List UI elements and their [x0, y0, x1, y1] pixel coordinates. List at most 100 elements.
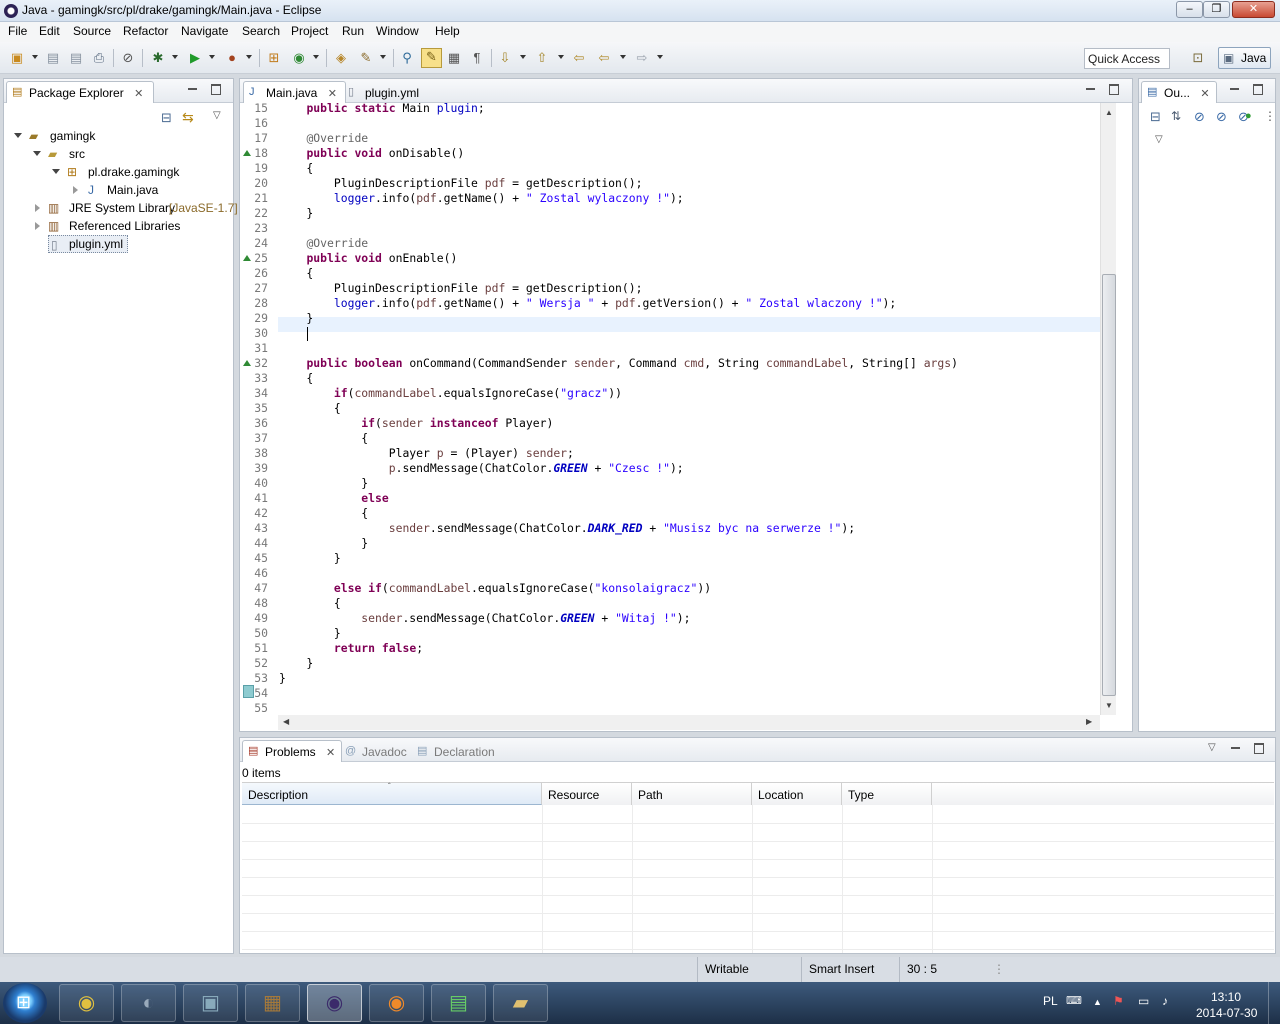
tab-package-explorer[interactable]: ▤ Package Explorer ✕ — [6, 81, 155, 103]
taskbar-explorer[interactable]: ▰ — [493, 984, 548, 1022]
action-center-icon[interactable]: ⚑ — [1113, 994, 1124, 1008]
hide-fields-icon[interactable]: ⊘ — [1194, 109, 1205, 125]
minimize-button[interactable]: – — [1176, 1, 1203, 18]
back-icon[interactable]: ⇦ — [596, 50, 612, 66]
close-tab-icon[interactable]: ✕ — [1200, 88, 1209, 100]
code-line[interactable]: 36 if(sender instanceof Player) — [240, 416, 1100, 431]
previous-annotation-icon[interactable]: ⇧ — [534, 50, 550, 66]
save-all-icon[interactable]: ▤ — [68, 50, 84, 66]
clock-time[interactable]: 13:10 — [1211, 990, 1241, 1004]
code-line[interactable]: 29 } — [240, 311, 1100, 326]
tab-problems[interactable]: ▤ Problems ✕ — [242, 740, 343, 762]
mark-occurrences-icon[interactable]: ✎ — [421, 48, 442, 68]
sort-icon[interactable]: ⇅ — [1171, 109, 1181, 123]
previous-annotation-dropdown-icon[interactable] — [558, 55, 564, 59]
debug-dropdown-icon[interactable] — [172, 55, 178, 59]
menu-file[interactable]: File — [8, 24, 27, 38]
taskbar-app-2[interactable]: ◐ — [121, 984, 176, 1022]
menu-refactor[interactable]: Refactor — [123, 24, 168, 38]
tree-item-plugin-yml[interactable]: ▯ plugin.yml — [48, 235, 128, 253]
column-path[interactable]: Path — [632, 783, 752, 805]
network-icon[interactable]: ▭ — [1138, 994, 1149, 1008]
code-line[interactable]: 31 — [240, 341, 1100, 356]
back-dropdown-icon[interactable] — [620, 55, 626, 59]
hide-static-icon[interactable]: ⊘ — [1216, 109, 1227, 125]
last-edit-icon[interactable]: ⇦ — [571, 50, 587, 66]
minimize-icon[interactable] — [1230, 742, 1242, 754]
code-line[interactable]: 40 } — [240, 476, 1100, 491]
scroll-down-icon[interactable]: ▼ — [1105, 701, 1113, 710]
new-class-dropdown-icon[interactable] — [313, 55, 319, 59]
taskbar-minecraft[interactable]: ▦ — [245, 984, 300, 1022]
code-line[interactable]: 30 — [240, 326, 1100, 341]
taskbar-eclipse[interactable]: ◉ — [307, 984, 362, 1022]
code-line[interactable]: 51 return false; — [240, 641, 1100, 656]
code-line[interactable]: 39 p.sendMessage(ChatColor.GREEN + "Czes… — [240, 461, 1100, 476]
maximize-icon[interactable] — [1108, 83, 1120, 95]
next-annotation-dropdown-icon[interactable] — [520, 55, 526, 59]
new-icon[interactable]: ▣ — [9, 50, 25, 66]
scroll-left-icon[interactable]: ◀ — [283, 717, 289, 726]
view-menu-icon[interactable]: ▽ — [213, 110, 221, 121]
code-line[interactable]: 21 logger.info(pdf.getName() + " Zostal … — [240, 191, 1100, 206]
print-icon[interactable]: ⎙ — [91, 50, 107, 66]
code-line[interactable]: 22 } — [240, 206, 1100, 221]
next-annotation-icon[interactable]: ⚲ — [399, 50, 415, 66]
code-line[interactable]: 24 @Override — [240, 236, 1100, 251]
tab-outline[interactable]: ▤ Ou... ✕ — [1141, 81, 1217, 103]
code-line[interactable]: 15 public static Main plugin; — [240, 103, 1100, 116]
code-line[interactable]: 26 { — [240, 266, 1100, 281]
maximize-icon[interactable] — [1252, 83, 1264, 95]
tab-javadoc[interactable]: @ Javadoc — [340, 741, 413, 761]
code-line[interactable]: 17 @Override — [240, 131, 1100, 146]
run-dropdown-icon[interactable] — [209, 55, 215, 59]
close-tab-icon[interactable]: ✕ — [326, 747, 335, 759]
menu-project[interactable]: Project — [291, 24, 328, 38]
column-type[interactable]: Type — [842, 783, 932, 805]
code-line[interactable]: 50 } — [240, 626, 1100, 641]
maximize-button[interactable]: ❐ — [1203, 1, 1230, 18]
code-line[interactable]: 48 { — [240, 596, 1100, 611]
code-line[interactable]: 23 — [240, 221, 1100, 236]
external-tools-dropdown-icon[interactable] — [246, 55, 252, 59]
show-desktop-button[interactable] — [1268, 982, 1280, 1024]
menu-edit[interactable]: Edit — [39, 24, 60, 38]
code-line[interactable]: 42 { — [240, 506, 1100, 521]
hide-local-types-icon[interactable]: ● — [1245, 110, 1252, 122]
collapse-all-icon[interactable]: ⊟ — [161, 110, 172, 126]
minimize-icon[interactable] — [1085, 83, 1097, 95]
code-line[interactable]: 54 — [240, 686, 1100, 701]
code-line[interactable]: 20 PluginDescriptionFile pdf = getDescri… — [240, 176, 1100, 191]
code-line[interactable]: 32 public boolean onCommand(CommandSende… — [240, 356, 1100, 371]
save-icon[interactable]: ▤ — [45, 50, 61, 66]
view-menu-dropdown-icon[interactable]: ▽ — [1155, 134, 1163, 145]
maximize-icon[interactable] — [210, 83, 222, 95]
forward-icon[interactable]: ⇨ — [634, 50, 650, 66]
new-package-icon[interactable]: ⊞ — [266, 50, 282, 66]
new-class-icon[interactable]: ◉ — [291, 50, 307, 66]
code-line[interactable]: 44 } — [240, 536, 1100, 551]
view-menu-icon[interactable]: ⋮ — [1264, 109, 1276, 123]
code-line[interactable]: 27 PluginDescriptionFile pdf = getDescri… — [240, 281, 1100, 296]
new-dropdown-icon[interactable] — [32, 55, 38, 59]
menu-search[interactable]: Search — [242, 24, 280, 38]
code-line[interactable]: 43 sender.sendMessage(ChatColor.DARK_RED… — [240, 521, 1100, 536]
java-perspective-button[interactable]: ▣ Java — [1218, 47, 1271, 69]
minimize-icon[interactable] — [1229, 83, 1241, 95]
scroll-right-icon[interactable]: ▶ — [1086, 717, 1092, 726]
code-line[interactable]: 37 { — [240, 431, 1100, 446]
code-line[interactable]: 38 Player p = (Player) sender; — [240, 446, 1100, 461]
show-whitespace-icon[interactable]: ¶ — [469, 50, 485, 66]
menu-window[interactable]: Window — [376, 24, 419, 38]
code-line[interactable]: 16 — [240, 116, 1100, 131]
menu-help[interactable]: Help — [435, 24, 460, 38]
collapse-all-icon[interactable]: ⊟ — [1150, 109, 1161, 125]
clock-date[interactable]: 2014-07-30 — [1196, 1006, 1257, 1020]
menu-navigate[interactable]: Navigate — [181, 24, 228, 38]
column-location[interactable]: Location — [752, 783, 842, 805]
volume-icon[interactable]: ♪ — [1162, 994, 1168, 1008]
forward-dropdown-icon[interactable] — [657, 55, 663, 59]
code-line[interactable]: 25 public void onEnable() — [240, 251, 1100, 266]
taskbar-terminal[interactable]: ▤ — [431, 984, 486, 1022]
external-tools-icon[interactable]: ● — [224, 50, 240, 66]
